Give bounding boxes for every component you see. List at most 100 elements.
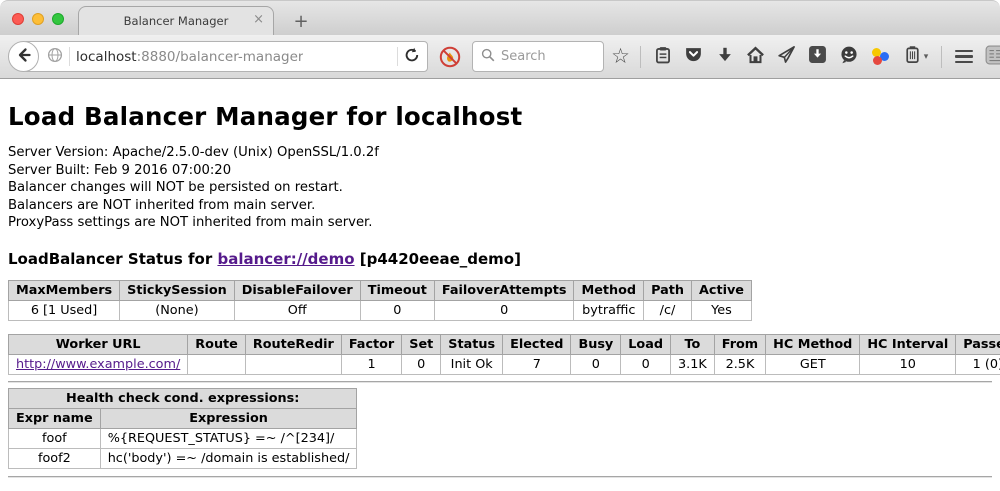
- col-status: Status: [441, 334, 503, 354]
- container-icon: [904, 45, 921, 68]
- cell-timeout: 0: [360, 300, 434, 320]
- section-divider: [8, 381, 992, 383]
- flash-blocked-icon[interactable]: [439, 46, 461, 68]
- cell-load: 0: [621, 354, 671, 374]
- cell-factor: 1: [341, 354, 401, 374]
- col-expression: Expression: [100, 408, 357, 428]
- tab-bar: Balancer Manager × +: [0, 0, 1000, 35]
- worker-url-link[interactable]: http://www.example.com/: [16, 357, 180, 372]
- grid-pages-icon: [985, 45, 1000, 69]
- cell-stickysession: (None): [120, 300, 235, 320]
- save-extension-button[interactable]: [803, 42, 832, 72]
- cell-hc-interval: 10: [860, 354, 956, 374]
- health-table-title: Health check cond. expressions:: [9, 388, 357, 408]
- container-extension-button[interactable]: ▾: [896, 42, 936, 72]
- cell-elected: 7: [503, 354, 571, 374]
- cell-passes: 1 (0): [956, 354, 1000, 374]
- page-content: Load Balancer Manager for localhost Serv…: [0, 102, 1000, 478]
- cell-to: 3.1K: [671, 354, 715, 374]
- persist-note-line: Balancer changes will NOT be persisted o…: [8, 179, 992, 197]
- col-to: To: [671, 334, 715, 354]
- cell-status: Init Ok: [441, 354, 503, 374]
- worker-table: Worker URL Route RouteRedir Factor Set S…: [8, 334, 1000, 375]
- cell-method: bytraffic: [574, 300, 644, 320]
- traffic-lights: [12, 13, 64, 25]
- close-window-button[interactable]: [12, 13, 24, 25]
- server-version-line: Server Version: Apache/2.5.0-dev (Unix) …: [8, 144, 992, 162]
- minimize-window-button[interactable]: [32, 13, 44, 25]
- cell-path: /c/: [644, 300, 692, 320]
- url-path: :8880/balancer-manager: [137, 49, 304, 65]
- clipboard-icon: [654, 46, 672, 68]
- cell-disablefailover: Off: [234, 300, 360, 320]
- tab-close-icon[interactable]: ×: [253, 13, 264, 26]
- cell-maxmembers: 6 [1 Used]: [9, 300, 120, 320]
- table-row: 6 [1 Used] (None) Off 0 0 bytraffic /c/ …: [9, 300, 752, 320]
- col-elected: Elected: [503, 334, 571, 354]
- balancer-params-table: MaxMembers StickySession DisableFailover…: [8, 280, 752, 321]
- server-info: Server Version: Apache/2.5.0-dev (Unix) …: [8, 144, 992, 232]
- page-title: Load Balancer Manager for localhost: [8, 102, 992, 131]
- browser-window: Balancer Manager × + localhost:8880/bala…: [0, 0, 1000, 491]
- pocket-button[interactable]: [679, 42, 708, 72]
- home-button[interactable]: [741, 42, 770, 72]
- navigation-toolbar: localhost:8880/balancer-manager: [0, 35, 1000, 79]
- col-stickysession: StickySession: [120, 280, 235, 300]
- toolbar-separator: [640, 46, 641, 68]
- search-box[interactable]: [472, 41, 604, 72]
- col-hc-method: HC Method: [766, 334, 860, 354]
- search-icon: [481, 47, 495, 66]
- cell-expression: %{REQUEST_STATUS} =~ /^[234]/: [100, 428, 357, 448]
- col-set: Set: [402, 334, 441, 354]
- col-hc-interval: HC Interval: [860, 334, 956, 354]
- tab-groups-button[interactable]: [980, 42, 1000, 72]
- inherit-note-line: Balancers are NOT inherited from main se…: [8, 197, 992, 215]
- feedback-extension-button[interactable]: [834, 42, 863, 72]
- col-disablefailover: DisableFailover: [234, 280, 360, 300]
- col-factor: Factor: [341, 334, 401, 354]
- home-icon: [746, 45, 765, 68]
- col-from: From: [714, 334, 765, 354]
- smiley-icon: [839, 45, 859, 69]
- download-box-icon: [808, 45, 827, 68]
- bookmark-star-button[interactable]: ☆: [606, 42, 635, 72]
- col-timeout: Timeout: [360, 280, 434, 300]
- reload-icon[interactable]: [404, 47, 420, 67]
- new-tab-button[interactable]: +: [290, 11, 312, 32]
- url-domain: localhost: [76, 49, 137, 65]
- col-maxmembers: MaxMembers: [9, 280, 120, 300]
- worker-row: http://www.example.com/ 1 0 Init Ok 7 0 …: [9, 354, 1000, 374]
- table-header-row: Worker URL Route RouteRedir Factor Set S…: [9, 334, 1000, 354]
- heading-prefix: LoadBalancer Status for: [8, 250, 217, 268]
- search-input[interactable]: [501, 49, 591, 64]
- tab-title: Balancer Manager: [124, 14, 229, 28]
- send-tab-button[interactable]: [772, 42, 801, 72]
- col-routeredir: RouteRedir: [245, 334, 341, 354]
- url-bar[interactable]: localhost:8880/balancer-manager: [23, 41, 428, 72]
- server-built-line: Server Built: Feb 9 2016 07:00:20: [8, 162, 992, 180]
- balancer-demo-link[interactable]: balancer://demo: [217, 250, 354, 268]
- back-button[interactable]: [8, 41, 39, 72]
- url-text: localhost:8880/balancer-manager: [76, 49, 303, 65]
- downloads-button[interactable]: [710, 42, 739, 72]
- col-path: Path: [644, 280, 692, 300]
- menu-button[interactable]: [949, 42, 978, 72]
- hamburger-icon: [955, 50, 973, 64]
- toolbar-separator: [941, 46, 942, 68]
- star-icon: ☆: [611, 46, 630, 67]
- col-load: Load: [621, 334, 671, 354]
- bookmarks-sidebar-button[interactable]: [648, 42, 677, 72]
- chevron-down-icon: ▾: [924, 52, 929, 62]
- colored-dots-icon: [870, 47, 890, 67]
- col-active: Active: [691, 280, 751, 300]
- tab-balancer-manager[interactable]: Balancer Manager ×: [78, 6, 274, 35]
- heading-suffix: [p4420eeae_demo]: [355, 250, 521, 268]
- browser-chrome: Balancer Manager × + localhost:8880/bala…: [0, 0, 1000, 79]
- zoom-window-button[interactable]: [52, 13, 64, 25]
- col-expr-name: Expr name: [9, 408, 101, 428]
- cell-failoverattempts: 0: [434, 300, 574, 320]
- cell-expression: hc('body') =~ /domain is established/: [100, 448, 357, 468]
- download-arrow-icon: [716, 46, 734, 68]
- colored-dots-extension-button[interactable]: [865, 42, 894, 72]
- cell-set: 0: [402, 354, 441, 374]
